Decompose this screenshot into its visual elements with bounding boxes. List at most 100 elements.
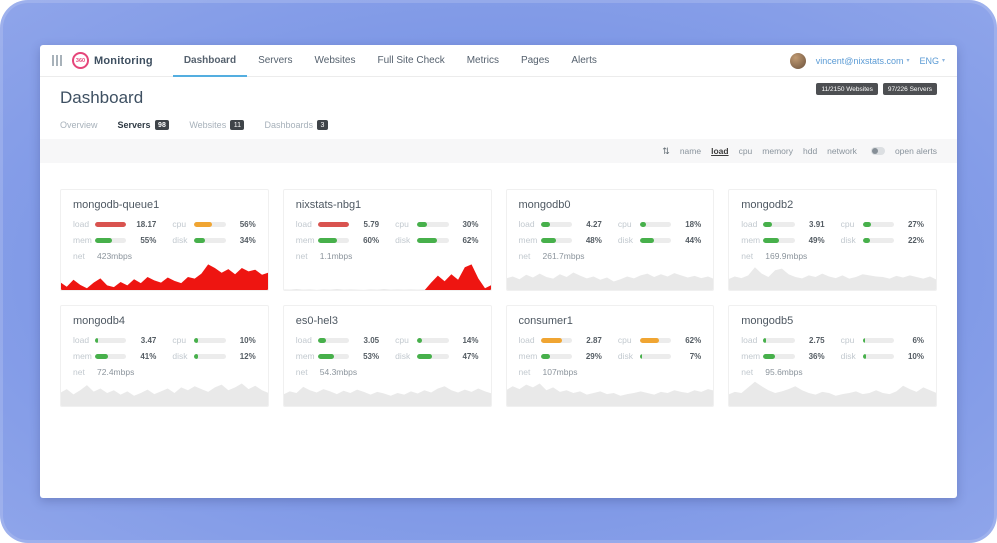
sort-bar: ⇅ name load cpu memory hdd network open … bbox=[40, 139, 957, 163]
subtab-dashboards[interactable]: Dashboards 3 bbox=[264, 120, 327, 130]
metric-value: 47% bbox=[449, 352, 479, 361]
subtab-servers[interactable]: Servers 98 bbox=[118, 120, 170, 130]
metric-mem: mem36% bbox=[741, 351, 824, 361]
metric-bar bbox=[763, 238, 794, 243]
logo-360-icon: 360 bbox=[72, 52, 89, 69]
metric-label: cpu bbox=[395, 335, 417, 345]
metric-label: mem bbox=[296, 351, 318, 361]
metric-label: disk bbox=[172, 351, 194, 361]
metric-load: load2.87 bbox=[519, 335, 602, 345]
metric-label: disk bbox=[395, 351, 417, 361]
count-badge: 11 bbox=[230, 120, 244, 130]
metric-bar bbox=[194, 222, 225, 227]
metric-value: 62% bbox=[671, 336, 701, 345]
metric-label: cpu bbox=[172, 219, 194, 229]
websites-usage-badge[interactable]: 11/2150 Websites bbox=[816, 83, 877, 95]
sort-by-name[interactable]: name bbox=[680, 146, 701, 156]
user-menu[interactable]: vincent@nixstats.com ▾ bbox=[816, 56, 910, 66]
metric-bar bbox=[763, 338, 794, 343]
chevron-down-icon: ▾ bbox=[906, 57, 909, 64]
nav-tab-pages[interactable]: Pages bbox=[510, 45, 560, 76]
brand-logo[interactable]: 360 Monitoring bbox=[72, 52, 153, 69]
nav-tab-websites[interactable]: Websites bbox=[304, 45, 367, 76]
metric-mem: mem53% bbox=[296, 351, 379, 361]
server-card[interactable]: mongodb5 load2.75cpu6%mem36%disk10% net … bbox=[728, 305, 937, 407]
language-selector[interactable]: ENG ▾ bbox=[919, 56, 945, 66]
net-value: 95.6mbps bbox=[765, 367, 802, 377]
sparkline-chart bbox=[728, 379, 937, 407]
brand-name: Monitoring bbox=[94, 55, 153, 67]
sort-by-cpu[interactable]: cpu bbox=[739, 146, 753, 156]
metric-cpu: cpu 27% bbox=[841, 219, 924, 229]
metric-disk: disk10% bbox=[841, 351, 924, 361]
metric-value: 2.87 bbox=[572, 336, 602, 345]
net-value: 423mbps bbox=[97, 251, 132, 261]
metric-value: 44% bbox=[671, 236, 701, 245]
metric-value: 2.75 bbox=[795, 336, 825, 345]
nav-tab-servers[interactable]: Servers bbox=[247, 45, 303, 76]
nav-tab-alerts[interactable]: Alerts bbox=[560, 45, 608, 76]
server-card[interactable]: consumer1 load2.87cpu62%mem29%disk7% net… bbox=[506, 305, 715, 407]
metric-label: mem bbox=[741, 351, 763, 361]
app-grid-icon[interactable] bbox=[52, 55, 62, 66]
metric-value: 56% bbox=[226, 220, 256, 229]
metric-value: 3.05 bbox=[349, 336, 379, 345]
card-metrics: load3.47cpu10%mem41%disk12% bbox=[61, 335, 268, 361]
user-avatar[interactable] bbox=[790, 53, 806, 69]
metric-mem: mem60% bbox=[296, 235, 379, 245]
net-value: 1.1mbps bbox=[320, 251, 353, 261]
count-badge: 3 bbox=[317, 120, 328, 130]
metric-load: load4.27 bbox=[519, 219, 602, 229]
nav-tab-full-site-check[interactable]: Full Site Check bbox=[366, 45, 455, 76]
nav-right-group: vincent@nixstats.com ▾ ENG ▾ bbox=[790, 53, 945, 69]
open-alerts-label[interactable]: open alerts bbox=[895, 146, 937, 156]
metric-mem: mem49% bbox=[741, 235, 824, 245]
metric-label: cpu bbox=[841, 219, 863, 229]
metric-label: load bbox=[519, 219, 541, 229]
metric-bar bbox=[763, 222, 794, 227]
servers-usage-badge[interactable]: 97/226 Servers bbox=[883, 83, 937, 95]
card-metrics: load2.87cpu62%mem29%disk7% bbox=[507, 335, 714, 361]
metric-label: load bbox=[741, 219, 763, 229]
sort-by-memory[interactable]: memory bbox=[762, 146, 793, 156]
net-label: net bbox=[519, 367, 541, 377]
card-metrics: load4.27cpu18%mem48%disk44% bbox=[507, 219, 714, 245]
metric-bar bbox=[541, 222, 572, 227]
sort-by-network[interactable]: network bbox=[827, 146, 857, 156]
metric-value: 34% bbox=[226, 236, 256, 245]
metric-value: 14% bbox=[449, 336, 479, 345]
nav-tab-metrics[interactable]: Metrics bbox=[456, 45, 510, 76]
sort-by-hdd[interactable]: hdd bbox=[803, 146, 817, 156]
server-name: mongodb5 bbox=[729, 306, 936, 335]
server-card[interactable]: mongodb0 load4.27cpu18%mem48%disk44% net… bbox=[506, 189, 715, 291]
metric-mem: mem29% bbox=[519, 351, 602, 361]
metric-label: cpu bbox=[618, 219, 640, 229]
server-card[interactable]: nixstats-nbg1 load5.79cpu30%mem60%disk62… bbox=[283, 189, 492, 291]
open-alerts-toggle-icon[interactable] bbox=[871, 147, 885, 155]
metric-disk: disk22% bbox=[841, 235, 924, 245]
metric-bar bbox=[541, 238, 572, 243]
net-label: net bbox=[296, 251, 318, 261]
server-card[interactable]: mongodb-queue1 load18.17cpu56%mem55%disk… bbox=[60, 189, 269, 291]
metric-value: 5.79 bbox=[349, 220, 379, 229]
subtab-overview[interactable]: Overview bbox=[60, 120, 98, 130]
server-card[interactable]: es0-hel3 load3.05cpu14%mem53%disk47% net… bbox=[283, 305, 492, 407]
language-label: ENG bbox=[919, 56, 939, 66]
metric-cpu: cpu18% bbox=[618, 219, 701, 229]
metric-bar bbox=[95, 338, 126, 343]
nav-tab-dashboard[interactable]: Dashboard bbox=[173, 45, 247, 76]
metric-load: load2.75 bbox=[741, 335, 824, 345]
metric-value: 62% bbox=[449, 236, 479, 245]
metric-value: 30% bbox=[449, 220, 479, 229]
net-value: 54.3mbps bbox=[320, 367, 357, 377]
server-card[interactable]: mongodb2 load3.91cpu27%mem49%disk22% net… bbox=[728, 189, 937, 291]
metric-bar bbox=[417, 338, 448, 343]
chevron-down-icon: ▾ bbox=[942, 57, 945, 64]
page-title: Dashboard bbox=[60, 88, 937, 108]
metric-cpu: cpu 56% bbox=[172, 219, 255, 229]
metric-cpu: cpu6% bbox=[841, 335, 924, 345]
sort-by-load[interactable]: load bbox=[711, 146, 728, 156]
subtab-websites[interactable]: Websites 11 bbox=[189, 120, 244, 130]
server-card[interactable]: mongodb4 load3.47cpu10%mem41%disk12% net… bbox=[60, 305, 269, 407]
metric-value: 27% bbox=[894, 220, 924, 229]
